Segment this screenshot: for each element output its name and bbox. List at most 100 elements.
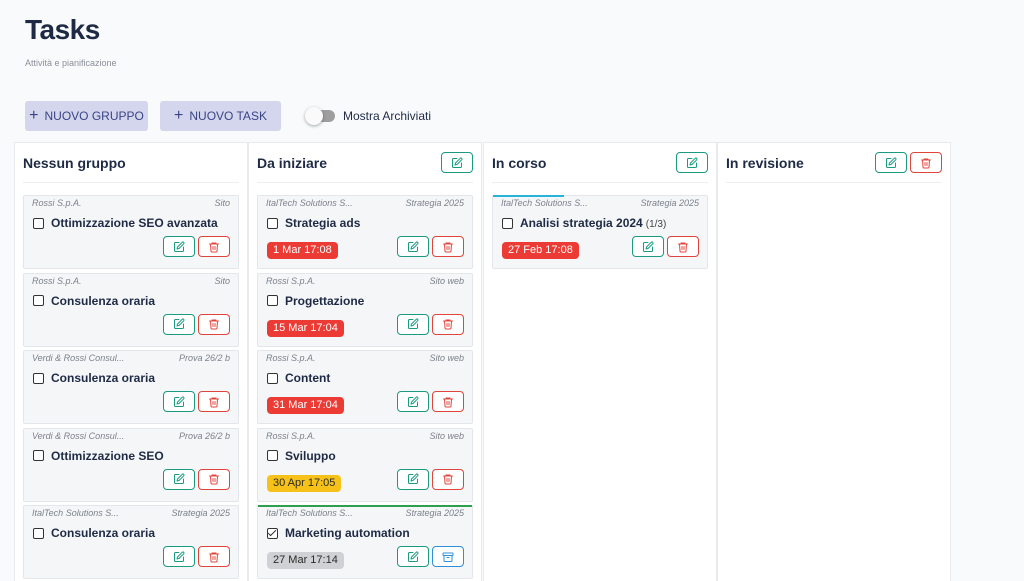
- edit-column-button[interactable]: [441, 152, 473, 173]
- task-group: Prova 26/2 b: [178, 353, 230, 363]
- delete-task-button[interactable]: [198, 546, 230, 567]
- column-1: Da iniziare ItalTech Solutions S... Strate…: [248, 142, 482, 581]
- task-checkbox[interactable]: [502, 217, 513, 229]
- task-card[interactable]: ItalTech Solutions S... Strategia 2025 Str…: [257, 195, 473, 269]
- task-checkbox[interactable]: [33, 450, 44, 461]
- toolbar: + NUOVO GRUPPO + NUOVO TASK Mostra Archi…: [25, 101, 431, 131]
- column-title: Nessun gruppo: [23, 154, 126, 171]
- task-client: Verdi & Rossi Consul...: [32, 430, 125, 441]
- delete-task-button[interactable]: [198, 313, 230, 335]
- task-card[interactable]: Rossi S.p.A. Sito web Sviluppo 30 Apr 17:05: [257, 427, 473, 502]
- task-card[interactable]: ItalTech Solutions S... Strategia 2025 Ana…: [492, 195, 708, 269]
- task-card[interactable]: Verdi & Rossi Consul... Prova 26/2 b Ottim…: [23, 427, 239, 502]
- task-checkbox[interactable]: [267, 372, 278, 384]
- task-card[interactable]: Rossi S.p.A. Sito web Progettazione 15 Mar …: [257, 272, 473, 347]
- task-checkbox[interactable]: [33, 295, 44, 306]
- trash-icon: [442, 318, 454, 330]
- delete-column-button[interactable]: [910, 152, 942, 173]
- trash-icon: [677, 241, 689, 253]
- edit-task-button[interactable]: [397, 468, 429, 490]
- edit-task-button[interactable]: [163, 546, 195, 567]
- task-client: ItalTech Solutions S...: [32, 508, 119, 518]
- edit-column-button[interactable]: [875, 152, 907, 173]
- edit-task-button[interactable]: [632, 236, 664, 257]
- edit-icon: [173, 240, 185, 253]
- edit-task-button[interactable]: [397, 391, 429, 412]
- task-title: Consulenza oraria: [51, 293, 156, 308]
- delete-task-button[interactable]: [432, 236, 464, 257]
- toggle-knob: [305, 107, 323, 125]
- task-title-row: Consulenza oraria: [33, 526, 155, 540]
- edit-icon: [642, 240, 654, 253]
- task-actions: [397, 468, 464, 490]
- task-title-row: Marketing automation: [267, 526, 410, 540]
- edit-icon: [407, 318, 419, 330]
- due-date-badge: 31 Mar 17:04: [267, 397, 344, 414]
- task-checkbox[interactable]: [33, 372, 44, 384]
- delete-task-button[interactable]: [667, 236, 699, 257]
- edit-task-button[interactable]: [163, 236, 195, 257]
- page-subtitle: Attività e pianificazione: [25, 58, 117, 68]
- column-actions: [676, 152, 708, 173]
- task-checkbox[interactable]: [267, 527, 278, 539]
- column-title: Da iniziare: [257, 154, 328, 171]
- task-client: Rossi S.p.A.: [266, 353, 316, 363]
- delete-task-button[interactable]: [432, 391, 464, 412]
- due-date-badge: 30 Apr 17:05: [267, 474, 342, 492]
- edit-task-button[interactable]: [397, 546, 429, 567]
- trash-icon: [442, 241, 454, 253]
- task-title: Content: [285, 371, 331, 385]
- edit-icon: [407, 240, 419, 253]
- plus-icon: +: [174, 107, 184, 124]
- trash-icon: [208, 396, 220, 408]
- edit-task-button[interactable]: [397, 236, 429, 257]
- edit-icon: [686, 156, 698, 169]
- edit-icon: [885, 156, 897, 169]
- column-3: In revisione: [717, 142, 951, 581]
- task-group: Sito: [214, 198, 230, 208]
- trash-icon: [208, 318, 220, 330]
- page-title: Tasks: [25, 14, 100, 45]
- task-checkbox[interactable]: [267, 450, 278, 461]
- task-actions: [163, 236, 230, 257]
- column-actions: [875, 152, 942, 173]
- trash-icon: [208, 241, 220, 253]
- column-title: In revisione: [726, 154, 804, 171]
- task-title-row: Analisi strategia 2024 (1/3): [502, 216, 666, 230]
- task-card[interactable]: ItalTech Solutions S... Strategia 2025 Mar…: [257, 505, 473, 579]
- delete-task-button[interactable]: [198, 468, 230, 490]
- task-card[interactable]: Rossi S.p.A. Sito Ottimizzazione SEO avanz…: [23, 195, 239, 269]
- due-date-badge: 1 Mar 17:08: [267, 242, 338, 259]
- new-task-button[interactable]: + NUOVO TASK: [160, 101, 281, 131]
- task-card[interactable]: Rossi S.p.A. Sito Consulenza oraria: [23, 272, 239, 347]
- trash-icon: [208, 473, 220, 485]
- task-checkbox[interactable]: [267, 217, 278, 229]
- task-card[interactable]: Rossi S.p.A. Sito web Content 31 Mar 17:04: [257, 350, 473, 424]
- task-title-row: Progettazione: [267, 294, 364, 308]
- task-group: Strategia 2025: [640, 198, 699, 208]
- task-group: Strategia 2025: [405, 198, 464, 208]
- edit-task-button[interactable]: [163, 391, 195, 412]
- edit-column-button[interactable]: [676, 152, 708, 173]
- archived-toggle[interactable]: [305, 107, 335, 125]
- delete-task-button[interactable]: [432, 313, 464, 335]
- delete-task-button[interactable]: [432, 468, 464, 490]
- new-group-button[interactable]: + NUOVO GRUPPO: [25, 101, 148, 131]
- task-actions: [163, 391, 230, 412]
- task-checkbox[interactable]: [33, 217, 44, 229]
- edit-task-button[interactable]: [163, 468, 195, 490]
- task-title-row: Strategia ads: [267, 216, 360, 230]
- task-checkbox[interactable]: [267, 295, 278, 306]
- task-complete-bar: [258, 505, 472, 507]
- archive-task-button[interactable]: [432, 546, 464, 567]
- column-header: In corso: [492, 143, 708, 183]
- edit-task-button[interactable]: [397, 313, 429, 335]
- task-title: Strategia ads: [285, 216, 361, 230]
- delete-task-button[interactable]: [198, 236, 230, 257]
- trash-icon: [442, 473, 454, 485]
- task-card[interactable]: Verdi & Rossi Consul... Prova 26/2 b Consu…: [23, 350, 239, 424]
- delete-task-button[interactable]: [198, 391, 230, 412]
- edit-task-button[interactable]: [163, 313, 195, 335]
- task-card[interactable]: ItalTech Solutions S... Strategia 2025 Con…: [23, 505, 239, 579]
- task-checkbox[interactable]: [33, 527, 44, 539]
